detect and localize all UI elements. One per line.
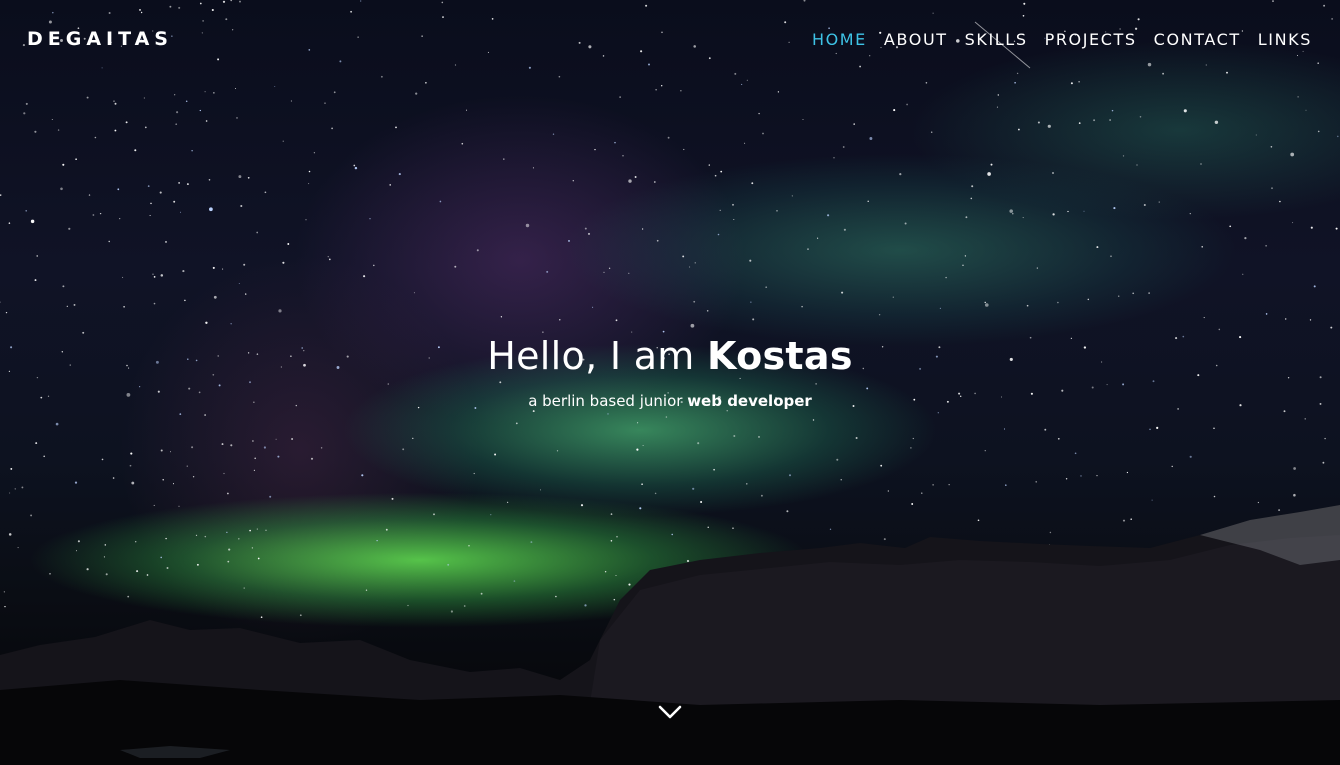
tagline-text: a berlin based junior — [528, 392, 683, 410]
hero-section: DEGAITAS HOME ABOUT SKILLS PROJECTS CONT… — [0, 0, 1340, 765]
nav-item-projects[interactable]: PROJECTS — [1045, 30, 1137, 49]
role-text: web developer — [687, 392, 812, 410]
chevron-down-icon[interactable] — [656, 698, 684, 726]
nav-item-about[interactable]: ABOUT — [884, 30, 948, 49]
hero-headline: Hello, I am Kostas — [0, 334, 1340, 378]
hero-name: Kostas — [707, 334, 853, 378]
nav-item-contact[interactable]: CONTACT — [1154, 30, 1241, 49]
brand-logo[interactable]: DEGAITAS — [27, 28, 173, 50]
nav-menu: HOME ABOUT SKILLS PROJECTS CONTACT LINKS — [812, 30, 1312, 49]
mountain-silhouette — [0, 505, 1340, 765]
nav-item-links[interactable]: LINKS — [1258, 30, 1312, 49]
nav-item-skills[interactable]: SKILLS — [965, 30, 1028, 49]
greeting-text: Hello, I am — [487, 334, 695, 378]
top-navigation: DEGAITAS HOME ABOUT SKILLS PROJECTS CONT… — [0, 0, 1340, 80]
nav-item-home[interactable]: HOME — [812, 30, 867, 49]
hero-tagline: a berlin based junior web developer — [0, 392, 1340, 410]
